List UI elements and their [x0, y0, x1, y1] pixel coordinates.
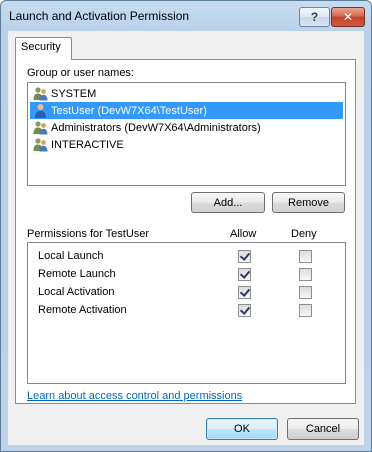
tab-security[interactable]: Security [15, 37, 72, 60]
permission-name: Remote Launch [38, 268, 116, 280]
dialog-window: Launch and Activation Permission ? ✕ Sec… [0, 0, 372, 452]
user-list-item-label: INTERACTIVE [51, 138, 124, 151]
allow-checkbox[interactable] [238, 286, 251, 299]
group-icon [33, 86, 48, 101]
permission-row-remote-activation: Remote Activation [28, 301, 345, 319]
close-button[interactable]: ✕ [331, 7, 365, 27]
cancel-button[interactable]: Cancel [287, 418, 359, 440]
dialog-client-area: Security Group or user names: SYSTEM Tes… [8, 31, 364, 445]
permission-name: Local Launch [38, 250, 104, 262]
deny-checkbox[interactable] [299, 250, 312, 263]
group-icon [33, 120, 48, 135]
permission-name: Remote Activation [38, 304, 127, 316]
allow-checkbox[interactable] [238, 250, 251, 263]
help-button[interactable]: ? [299, 7, 330, 27]
window-title: Launch and Activation Permission [9, 9, 190, 23]
user-list-item-administrators[interactable]: Administrators (DevW7X64\Administrators) [30, 119, 343, 136]
add-button[interactable]: Add... [191, 192, 265, 213]
user-list-item-label: SYSTEM [51, 87, 97, 100]
user-icon [33, 103, 48, 118]
permissions-header: Permissions for TestUser [27, 228, 150, 240]
permission-row-local-activation: Local Activation [28, 283, 345, 301]
deny-checkbox[interactable] [299, 304, 312, 317]
permission-row-local-launch: Local Launch [28, 247, 345, 265]
remove-button[interactable]: Remove [272, 192, 345, 213]
learn-more-link[interactable]: Learn about access control and permissio… [27, 390, 242, 402]
deny-column-header: Deny [291, 228, 317, 240]
group-icon [33, 137, 48, 152]
permission-row-remote-launch: Remote Launch [28, 265, 345, 283]
user-list[interactable]: SYSTEM TestUser (DevW7X64\TestUser) Admi… [27, 82, 346, 186]
ok-button[interactable]: OK [206, 418, 278, 440]
permissions-table: Local Launch Remote Launch Local Activat… [27, 242, 346, 384]
user-list-item-testuser[interactable]: TestUser (DevW7X64\TestUser) [30, 102, 343, 119]
allow-column-header: Allow [230, 228, 257, 240]
user-list-item-label: TestUser (DevW7X64\TestUser) [51, 104, 207, 117]
allow-checkbox[interactable] [238, 304, 251, 317]
permission-name: Local Activation [38, 286, 115, 298]
user-list-item-interactive[interactable]: INTERACTIVE [30, 136, 343, 153]
allow-checkbox[interactable] [238, 268, 251, 281]
group-or-user-names-label: Group or user names: [27, 67, 134, 79]
deny-checkbox[interactable] [299, 268, 312, 281]
deny-checkbox[interactable] [299, 286, 312, 299]
tab-security-label: Security [21, 41, 61, 53]
user-list-item-label: Administrators (DevW7X64\Administrators) [51, 121, 261, 134]
user-list-item-system[interactable]: SYSTEM [30, 85, 343, 102]
title-bar[interactable]: Launch and Activation Permission ? ✕ [1, 1, 371, 31]
